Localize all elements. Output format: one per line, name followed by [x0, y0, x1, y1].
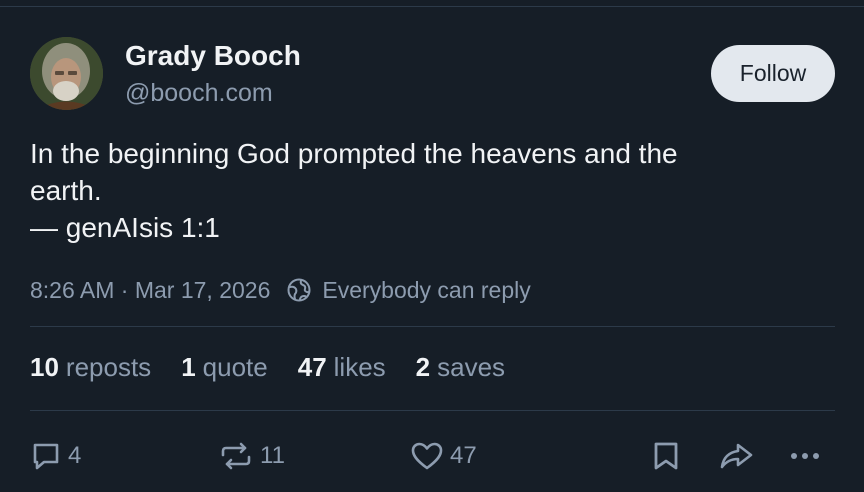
- like-count: 47: [450, 442, 477, 469]
- saves-count: 2: [415, 352, 431, 382]
- divider: [30, 326, 835, 327]
- likes-count: 47: [297, 352, 327, 382]
- save-button[interactable]: [652, 437, 680, 475]
- quotes-stat[interactable]: 1 quote: [181, 352, 268, 383]
- follow-button[interactable]: Follow: [711, 45, 835, 102]
- bookmark-icon: [652, 440, 680, 472]
- reposts-label: reposts: [65, 352, 152, 382]
- quotes-label: quote: [202, 352, 268, 382]
- post-text: In the beginning God prompted the heaven…: [30, 135, 830, 246]
- divider: [30, 410, 835, 411]
- post-text-line: earth.: [30, 175, 102, 206]
- saves-label: saves: [437, 352, 506, 382]
- heart-icon: [410, 440, 444, 472]
- like-button[interactable]: 47: [410, 437, 477, 475]
- post: Grady Booch @booch.com Follow In the beg…: [0, 0, 864, 492]
- reposts-stat[interactable]: 10 reposts: [30, 352, 151, 383]
- avatar[interactable]: [30, 37, 103, 110]
- repost-icon: [218, 440, 254, 472]
- post-timestamp[interactable]: 8:26 AM · Mar 17, 2026: [30, 277, 270, 304]
- post-text-line: In the beginning God prompted the heaven…: [30, 138, 678, 169]
- likes-label: likes: [333, 352, 386, 382]
- repost-button[interactable]: 11: [218, 437, 285, 475]
- top-border: [0, 6, 864, 7]
- reposts-count: 10: [30, 352, 59, 382]
- reply-setting-text: Everybody can reply: [322, 276, 531, 303]
- author-display-name[interactable]: Grady Booch: [125, 40, 301, 72]
- reply-button[interactable]: 4: [30, 437, 81, 475]
- share-icon: [718, 440, 754, 472]
- saves-stat[interactable]: 2 saves: [416, 352, 505, 383]
- author-handle[interactable]: @booch.com: [125, 79, 273, 108]
- post-stats: 10 reposts 1 quote 47 likes 2 saves: [30, 352, 535, 383]
- reply-count: 4: [68, 442, 82, 469]
- post-text-line: — genAIsis 1:1: [30, 212, 220, 243]
- globe-icon: [286, 277, 312, 303]
- more-button[interactable]: [788, 437, 824, 475]
- reply-icon: [30, 440, 62, 472]
- quotes-count: 1: [181, 352, 196, 382]
- post-meta: 8:26 AM · Mar 17, 2026 Everybody can rep…: [30, 274, 531, 306]
- share-button[interactable]: [718, 437, 754, 475]
- repost-count: 11: [260, 442, 285, 469]
- more-icon: [788, 440, 824, 472]
- likes-stat[interactable]: 47 likes: [298, 352, 386, 383]
